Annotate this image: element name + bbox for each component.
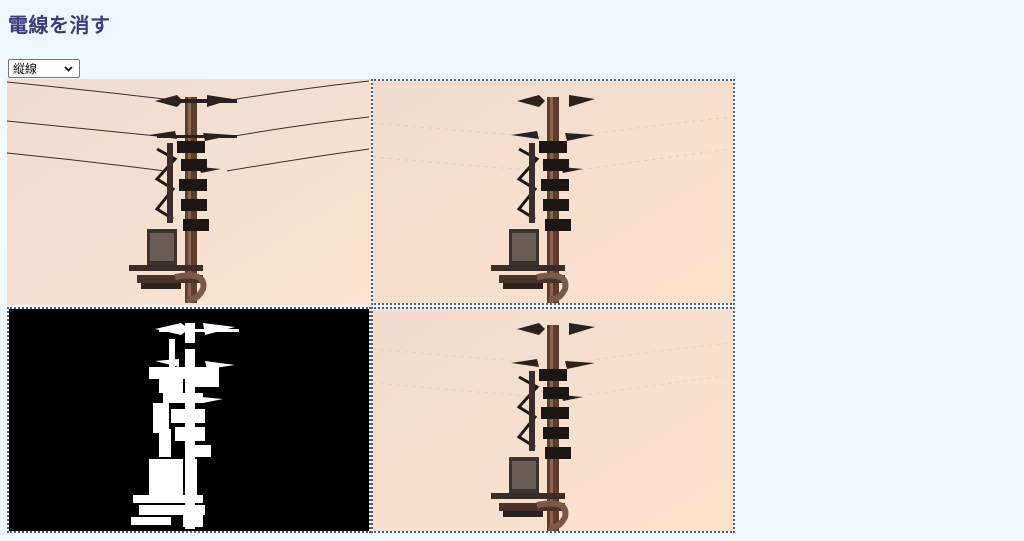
result-image-panel (371, 307, 735, 533)
original-image-panel (7, 79, 371, 305)
original-image (7, 79, 371, 305)
direction-select[interactable]: 縦線 (8, 59, 80, 78)
direction-select-value: 縦線 (13, 62, 38, 76)
page-title: 電線を消す (8, 13, 111, 37)
result-image (373, 309, 733, 531)
wires-removed-image (373, 81, 733, 303)
mask-image-panel (7, 307, 371, 533)
chevron-down-icon (64, 66, 73, 72)
wires-removed-image-panel (371, 79, 735, 305)
mask-image (9, 309, 369, 531)
